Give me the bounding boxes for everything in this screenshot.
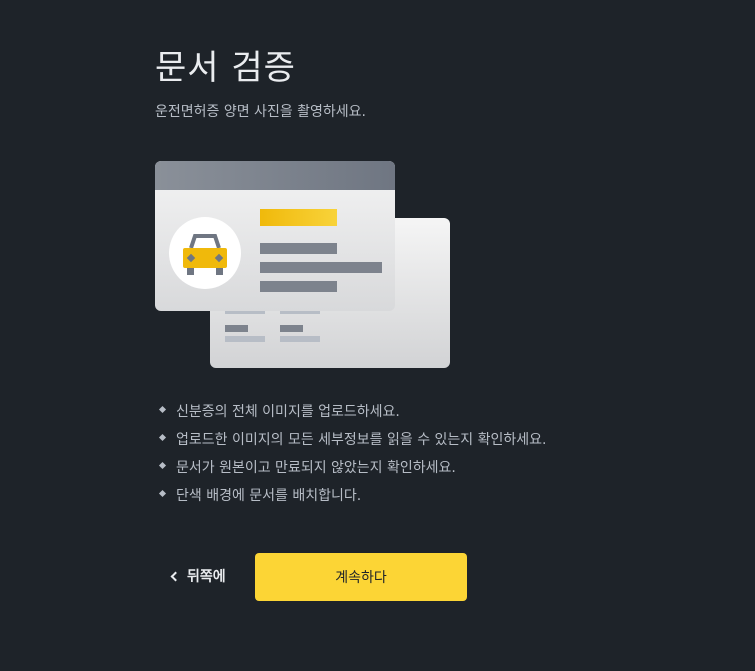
back-button-label: 뒤쪽에 <box>187 569 226 585</box>
chevron-left-icon <box>170 571 181 581</box>
page-subtitle: 운전면허증 양면 사진을 촬영하세요. <box>155 104 366 120</box>
document-verification-page: 문서 검증 운전면허증 양면 사진을 촬영하세요. 신분증의 전체 이미지를 업… <box>0 0 755 671</box>
bullet-icon <box>158 433 167 442</box>
page-title: 문서 검증 <box>155 48 296 88</box>
instruction-item: 단색 배경에 문서를 배치합니다. <box>158 482 546 510</box>
instruction-list: 신분증의 전체 이미지를 업로드하세요. 업로드한 이미지의 모든 세부정보를 … <box>158 398 546 510</box>
drivers-license-illustration <box>155 161 450 368</box>
license-front-card <box>155 161 395 311</box>
instruction-text: 문서가 원본이고 만료되지 않았는지 확인하세요. <box>176 460 456 476</box>
continue-button-label: 계속하다 <box>335 570 387 586</box>
instruction-item: 업로드한 이미지의 모든 세부정보를 읽을 수 있는지 확인하세요. <box>158 426 546 454</box>
instruction-text: 신분증의 전체 이미지를 업로드하세요. <box>176 404 400 420</box>
instruction-text: 업로드한 이미지의 모든 세부정보를 읽을 수 있는지 확인하세요. <box>176 432 547 448</box>
bullet-icon <box>158 489 167 498</box>
back-button[interactable]: 뒤쪽에 <box>168 560 226 592</box>
instruction-text: 단색 배경에 문서를 배치합니다. <box>176 488 362 504</box>
continue-button[interactable]: 계속하다 <box>255 553 467 601</box>
instruction-item: 문서가 원본이고 만료되지 않았는지 확인하세요. <box>158 454 546 482</box>
instruction-item: 신분증의 전체 이미지를 업로드하세요. <box>158 398 546 426</box>
bullet-icon <box>158 405 167 414</box>
bullet-icon <box>158 461 167 470</box>
